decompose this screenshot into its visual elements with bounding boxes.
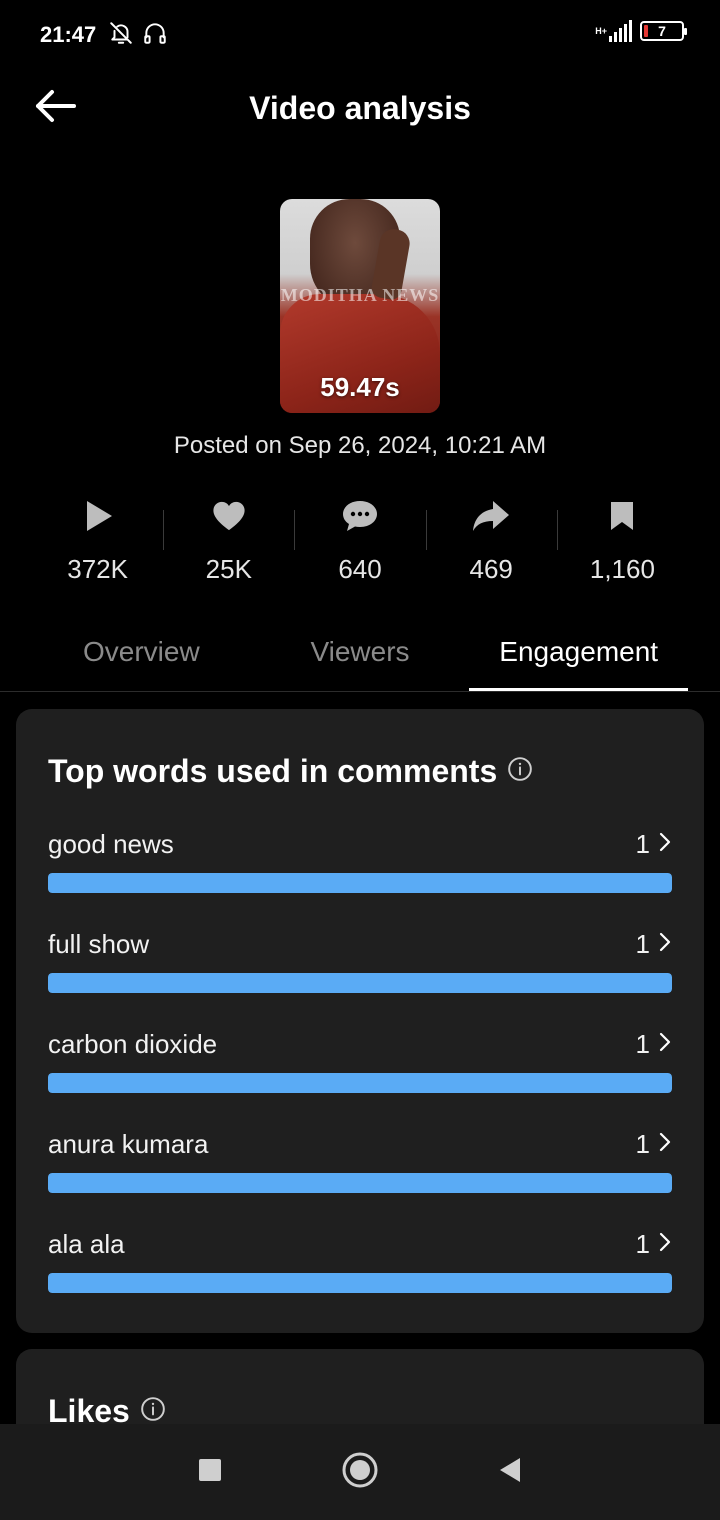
stat-value: 372K [67,554,128,584]
word-label: anura kumara [48,1129,209,1159]
word-row[interactable]: ala ala 1 [48,1229,672,1293]
screen: 21:47 H+ 7 Video analysis MODITHA NEWS 5… [0,0,720,1520]
status-system-icons: H+ 7 [595,20,687,42]
word-label: full show [48,929,150,959]
chevron-right-icon [658,831,672,858]
video-thumbnail[interactable]: MODITHA NEWS 59.47s [280,199,440,413]
word-count: 1 [635,929,650,959]
word-row[interactable]: anura kumara 1 [48,1129,672,1193]
info-icon[interactable] [507,753,533,790]
word-bar-fill [48,973,672,993]
word-bar-track [48,1173,672,1193]
status-notification-icons [108,20,168,51]
word-bar-track [48,1073,672,1093]
posted-date: Posted on Sep 26, 2024, 10:21 AM [173,432,547,459]
top-words-title-row: Top words used in comments [48,753,533,790]
word-bar-fill [48,1173,672,1193]
top-words-card: Top words used in comments good news 1 f… [16,709,704,1333]
stat-value: 640 [338,554,382,584]
word-count: 1 [635,1129,650,1159]
circle-icon [341,1451,379,1494]
status-bar: 21:47 H+ 7 [0,0,720,70]
system-nav-bar [0,1424,720,1520]
square-icon [198,1458,222,1487]
triangle-back-icon [498,1456,522,1489]
headphones-icon [142,20,168,51]
word-row[interactable]: carbon dioxide 1 [48,1029,672,1093]
stat-comments: 640 [294,496,425,592]
bookmark-icon [609,496,635,536]
back-nav-button[interactable] [435,1424,585,1520]
top-words-title: Top words used in comments [48,753,498,789]
word-label: good news [48,829,174,859]
tab-engagement[interactable]: Engagement [469,616,688,692]
stats-row: 372K 25K 640 469 1,160 [32,496,688,592]
word-row[interactable]: good news 1 [48,829,672,893]
word-label: ala ala [48,1229,125,1259]
status-time: 21:47 [40,22,97,47]
word-bar-fill [48,1273,672,1293]
tab-bar: Overview Viewers Engagement [32,616,688,692]
word-bar-track [48,1273,672,1293]
stat-views: 372K [32,496,163,592]
stat-likes: 25K [163,496,294,592]
tabs-divider [0,691,720,692]
word-count: 1 [635,829,650,859]
word-bar-track [48,973,672,993]
header: Video analysis [0,70,720,146]
share-icon [471,496,511,536]
tab-viewers[interactable]: Viewers [251,616,470,692]
word-bar-fill [48,873,672,893]
page-title: Video analysis [249,90,471,126]
stat-value: 25K [205,554,252,584]
play-icon [81,496,115,536]
network-type-label: H+ [595,26,607,36]
tab-overview[interactable]: Overview [32,616,251,692]
thumbnail-watermark: MODITHA NEWS [280,285,440,305]
battery-level: 7 [658,23,666,39]
heart-icon [212,496,246,536]
chevron-right-icon [658,1031,672,1058]
battery-icon: 7 [640,21,687,41]
signal-icon: H+ [595,20,632,42]
word-label: carbon dioxide [48,1029,218,1059]
chevron-right-icon [658,931,672,958]
stat-saves: 1,160 [556,496,688,592]
home-button[interactable] [285,1424,435,1520]
comment-icon [341,496,379,536]
word-bar-track [48,873,672,893]
word-row[interactable]: full show 1 [48,929,672,993]
word-bar-fill [48,1073,672,1093]
stat-shares: 469 [425,496,557,592]
word-count: 1 [635,1229,650,1259]
stat-value: 469 [469,554,513,584]
bell-off-icon [108,20,134,51]
stat-value: 1,160 [589,554,655,584]
video-duration: 59.47s [320,372,400,402]
chevron-right-icon [658,1231,672,1258]
recents-button[interactable] [135,1424,285,1520]
chevron-right-icon [658,1131,672,1158]
word-count: 1 [635,1029,650,1059]
